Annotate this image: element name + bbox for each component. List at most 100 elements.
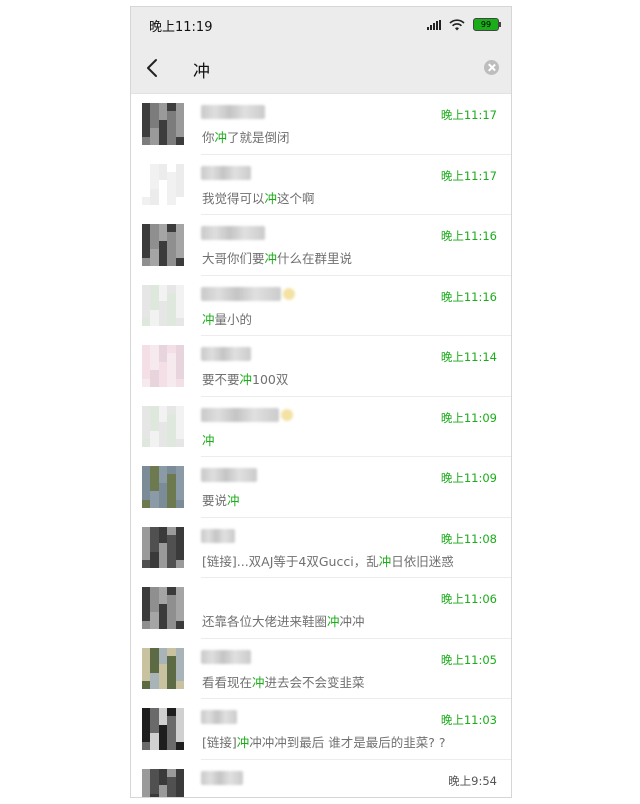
contact-name-blurred: [201, 649, 251, 664]
contact-name-blurred: [201, 528, 235, 543]
result-time: 晚上11:09: [440, 410, 497, 425]
result-row[interactable]: 晚上11:14 要不要冲100双: [131, 336, 511, 397]
message-text: 看看现在: [202, 674, 253, 690]
wifi-icon: [449, 18, 465, 30]
contact-name-blurred: [201, 770, 243, 785]
avatar: [142, 103, 184, 145]
contact-name-blurred: [201, 165, 251, 180]
keyword-highlight: 冲: [202, 432, 215, 448]
avatar: [142, 587, 184, 629]
avatar: [142, 708, 184, 750]
message-text: 了就是倒闭: [227, 130, 290, 145]
result-row[interactable]: 晚上9:54 硬冲: [131, 760, 511, 798]
result-message: 还靠各位大佬进来鞋圈冲冲冲: [202, 611, 365, 630]
result-row[interactable]: 晚上11:08 [链接]...双AJ等于4双Gucci，乱冲日依旧迷惑: [131, 518, 511, 579]
keyword-highlight: 冲: [236, 735, 250, 750]
message-text: 冲冲冲到最后 谁才是最后的韭菜? ?: [249, 735, 446, 750]
result-message: 冲量小的: [202, 309, 252, 328]
message-text: 硬: [202, 796, 215, 798]
back-arrow-icon[interactable]: [145, 58, 159, 78]
message-text: [链接]...双AJ等于4双Gucci，乱: [202, 553, 379, 569]
keyword-highlight: 冲: [327, 614, 340, 629]
result-row[interactable]: 晚上11:05 看看现在冲进去会不会变韭菜: [131, 639, 511, 700]
result-row[interactable]: 晚上11:09 冲: [131, 397, 511, 458]
result-message: 要不要冲100双: [202, 369, 288, 388]
keyword-highlight: 冲: [264, 251, 278, 266]
result-time: 晚上11:08: [440, 531, 497, 546]
status-bar: 晚上11:19 99: [131, 7, 511, 43]
result-row[interactable]: 晚上11:16 大哥你们要冲什么在群里说: [131, 215, 511, 276]
search-bar: 冲: [131, 43, 511, 94]
keyword-highlight: 冲: [214, 130, 228, 145]
avatar: [142, 405, 184, 448]
status-icons: 99: [427, 18, 501, 31]
result-time: 晚上11:09: [440, 471, 497, 485]
message-text: 这个啊: [277, 190, 315, 206]
message-text: 什么在群里说: [277, 251, 353, 266]
result-row[interactable]: 晚上11:09 要说冲: [131, 457, 511, 518]
result-message: 要说冲: [202, 490, 240, 509]
result-message: 你冲了就是倒闭: [202, 127, 290, 146]
avatar: [142, 466, 184, 508]
result-row[interactable]: 晚上11:06 还靠各位大佬进来鞋圈冲冲冲: [131, 578, 511, 639]
message-text: [链接]: [202, 735, 237, 750]
result-row[interactable]: 晚上11:17 你冲了就是倒闭: [131, 94, 511, 155]
avatar: [142, 224, 184, 266]
result-time: 晚上11:03: [440, 713, 497, 727]
message-text: 还靠各位大佬进来鞋圈: [202, 614, 328, 629]
message-text: 要不要: [202, 372, 240, 387]
phone-screen: 晚上11:19 99 冲 晚上11:17 你冲了就是倒闭 晚上11:17 我觉得可以冲…: [130, 6, 512, 798]
battery-icon: 99: [473, 18, 501, 31]
contact-name-blurred: [201, 710, 237, 724]
result-message: [链接]...双AJ等于4双Gucci，乱冲日依旧迷惑: [202, 551, 454, 570]
keyword-highlight: 冲: [227, 493, 240, 508]
message-text: 你: [202, 130, 215, 145]
message-text: 进去会不会变韭菜: [264, 674, 365, 690]
search-results-list: 晚上11:17 你冲了就是倒闭 晚上11:17 我觉得可以冲这个啊 晚上11:16 大哥你…: [131, 94, 511, 798]
message-text: 日依旧迷惑: [391, 553, 454, 569]
result-time: 晚上9:54: [448, 773, 497, 788]
message-text: 冲冲: [339, 614, 365, 629]
result-message: 硬冲: [202, 793, 228, 798]
result-time: 晚上11:16: [440, 229, 497, 243]
result-row[interactable]: 晚上11:17 我觉得可以冲这个啊: [131, 155, 511, 216]
keyword-highlight: 冲: [239, 372, 253, 387]
contact-name-blurred: [201, 226, 265, 240]
result-time: 晚上11:17: [440, 168, 497, 183]
message-text: 100双: [252, 372, 289, 387]
result-message: 大哥你们要冲什么在群里说: [202, 248, 352, 267]
search-input[interactable]: 冲: [193, 57, 210, 82]
keyword-highlight: 冲: [264, 190, 278, 206]
result-time: 晚上11:05: [440, 652, 497, 667]
result-time: 晚上11:17: [440, 108, 497, 122]
avatar: [142, 345, 184, 387]
contact-name-blurred: [201, 105, 265, 119]
result-message: 我觉得可以冲这个啊: [202, 188, 315, 207]
result-row[interactable]: 晚上11:16 冲量小的: [131, 276, 511, 337]
result-row[interactable]: 晚上11:03 [链接]冲冲冲冲到最后 谁才是最后的韭菜? ?: [131, 699, 511, 760]
result-message: [链接]冲冲冲冲到最后 谁才是最后的韭菜? ?: [202, 732, 446, 751]
result-time: 晚上11:06: [440, 592, 497, 606]
keyword-highlight: 冲: [252, 674, 265, 690]
contact-name-blurred: [201, 347, 251, 361]
contact-name-blurred: [201, 286, 295, 301]
signal-icon: [427, 19, 441, 30]
status-time: 晚上11:19: [149, 20, 213, 35]
message-text: 要说: [202, 493, 228, 508]
result-time: 晚上11:14: [440, 350, 497, 364]
result-message: 冲: [202, 430, 215, 449]
avatar: [142, 163, 184, 206]
keyword-highlight: 冲: [215, 796, 228, 798]
avatar: [142, 526, 184, 569]
message-text: 我觉得可以: [202, 190, 265, 206]
avatar: [142, 647, 184, 690]
avatar: [142, 768, 184, 797]
contact-name-blurred: [201, 407, 293, 422]
result-message: 看看现在冲进去会不会变韭菜: [202, 672, 365, 691]
clear-search-icon[interactable]: [484, 60, 499, 75]
message-text: 量小的: [214, 311, 253, 327]
result-time: 晚上11:16: [440, 289, 497, 304]
keyword-highlight: 冲: [202, 311, 215, 327]
contact-name-blurred: [201, 468, 257, 482]
keyword-highlight: 冲: [378, 553, 392, 569]
